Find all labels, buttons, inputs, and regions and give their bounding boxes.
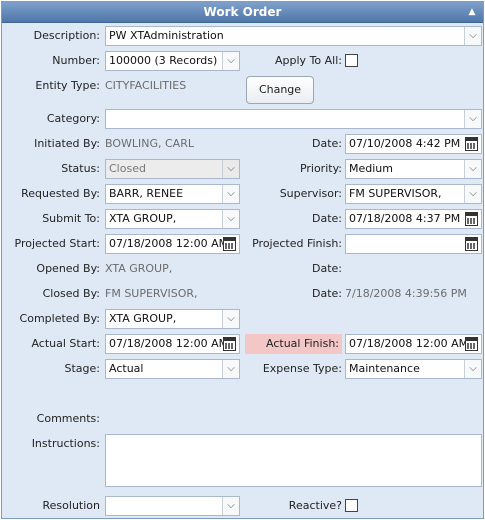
calendar-icon[interactable] (465, 212, 478, 226)
panel-title: Work Order (203, 5, 282, 19)
chevron-down-icon: ⌵ (222, 497, 239, 515)
description-label: Description: (33, 29, 100, 42)
supervisor-label: Supervisor: (279, 187, 342, 200)
panel-title-bar: Work Order ▲ (2, 2, 483, 23)
number-value: 100000 (3 Records) (109, 54, 218, 67)
chevron-down-icon: ⌵ (222, 360, 239, 378)
comments-label: Comments: (36, 412, 100, 425)
expense-type-value: Maintenance (349, 362, 420, 375)
apply-to-all-label: Apply To All: (275, 54, 342, 67)
actual-start-field[interactable]: 07/18/2008 12:00 AM (105, 334, 240, 354)
chevron-down-icon: ⌵ (222, 310, 239, 328)
status-select: Closed ⌵ (105, 159, 240, 179)
opened-by-label: Opened By: (36, 262, 100, 275)
closed-date-value: 7/18/2008 4:39:56 PM (345, 287, 467, 300)
chevron-down-icon: ⌵ (464, 360, 481, 378)
instructions-textarea[interactable] (105, 434, 482, 487)
reactive-label: Reactive? (288, 499, 342, 512)
apply-to-all-checkbox[interactable] (345, 54, 358, 67)
calendar-icon[interactable] (223, 337, 236, 351)
reactive-checkbox[interactable] (345, 499, 358, 512)
chevron-down-icon: ⌵ (464, 110, 481, 128)
stage-select[interactable]: Actual ⌵ (105, 359, 240, 379)
completed-by-value: XTA GROUP, (109, 312, 177, 325)
supervisor-select[interactable]: FM SUPERVISOR, ⌵ (345, 184, 482, 204)
opened-by-value: XTA GROUP, (105, 262, 173, 275)
initiated-by-label: Initiated By: (34, 137, 100, 150)
resolution-select[interactable]: ⌵ (105, 496, 240, 516)
status-value: Closed (109, 162, 146, 175)
instructions-label: Instructions: (31, 437, 100, 450)
chevron-down-icon: ⌵ (464, 160, 481, 178)
submit-to-select[interactable]: XTA GROUP, ⌵ (105, 209, 240, 229)
submit-to-value: XTA GROUP, (109, 212, 177, 225)
submit-date-field[interactable]: 07/18/2008 4:37 PM (345, 209, 482, 229)
closed-by-label: Closed By: (42, 287, 100, 300)
actual-finish-label: Actual Finish: (245, 334, 342, 354)
initiated-by-value: BOWLING, CARL (105, 137, 194, 150)
completed-by-label: Completed By: (19, 312, 100, 325)
projected-start-value: 07/18/2008 12:00 AM (109, 237, 229, 250)
projected-finish-field[interactable] (345, 234, 482, 254)
expense-type-label: Expense Type: (262, 362, 342, 375)
submit-date-value: 07/18/2008 4:37 PM (349, 212, 461, 225)
closed-by-value: FM SUPERVISOR, (105, 287, 198, 300)
entity-type-value: CITYFACILITIES (105, 79, 187, 92)
completed-by-select[interactable]: XTA GROUP, ⌵ (105, 309, 240, 329)
requested-by-select[interactable]: BARR, RENEE ⌵ (105, 184, 240, 204)
entity-type-label: Entity Type: (35, 79, 100, 92)
projected-start-field[interactable]: 07/18/2008 12:00 AM (105, 234, 240, 254)
work-order-panel: Work Order ▲ Description: PW XTAdministr… (1, 1, 484, 519)
chevron-down-icon: ⌵ (464, 185, 481, 203)
resolution-label: Resolution (42, 499, 100, 512)
stage-value: Actual (109, 362, 144, 375)
actual-finish-value: 07/18/2008 12:00 AM (349, 337, 469, 350)
number-select[interactable]: 100000 (3 Records) ⌵ (105, 51, 240, 71)
priority-label: Priority: (299, 162, 342, 175)
actual-start-label: Actual Start: (31, 337, 100, 350)
category-select[interactable]: ⌵ (105, 109, 482, 129)
description-select[interactable]: PW XTAdministration ⌵ (105, 26, 482, 46)
change-button[interactable]: Change (246, 76, 314, 104)
calendar-icon[interactable] (465, 137, 478, 151)
description-value: PW XTAdministration (109, 29, 224, 42)
chevron-up-icon[interactable]: ▲ (465, 5, 479, 19)
expense-type-select[interactable]: Maintenance ⌵ (345, 359, 482, 379)
calendar-icon[interactable] (465, 237, 478, 251)
chevron-down-icon: ⌵ (222, 160, 239, 178)
opened-date-label: Date: (312, 262, 342, 275)
priority-select[interactable]: Medium ⌵ (345, 159, 482, 179)
priority-value: Medium (349, 162, 393, 175)
initiated-date-field[interactable]: 07/10/2008 4:42 PM (345, 134, 482, 154)
supervisor-value: FM SUPERVISOR, (349, 187, 442, 200)
chevron-down-icon: ⌵ (222, 185, 239, 203)
calendar-icon[interactable] (223, 237, 236, 251)
initiated-date-label: Date: (312, 137, 342, 150)
category-label: Category: (46, 112, 100, 125)
actual-start-value: 07/18/2008 12:00 AM (109, 337, 229, 350)
submit-to-label: Submit To: (42, 212, 100, 225)
closed-date-label: Date: (312, 287, 342, 300)
number-label: Number: (52, 54, 100, 67)
stage-label: Stage: (64, 362, 101, 375)
projected-finish-label: Projected Finish: (252, 237, 342, 250)
chevron-down-icon: ⌵ (464, 27, 481, 45)
submit-date-label: Date: (312, 212, 342, 225)
projected-start-label: Projected Start: (14, 237, 100, 250)
actual-finish-field[interactable]: 07/18/2008 12:00 AM (345, 334, 482, 354)
requested-by-value: BARR, RENEE (109, 187, 184, 200)
requested-by-label: Requested By: (21, 187, 100, 200)
status-label: Status: (61, 162, 100, 175)
chevron-down-icon: ⌵ (222, 52, 239, 70)
calendar-icon[interactable] (465, 337, 478, 351)
initiated-date-value: 07/10/2008 4:42 PM (349, 137, 461, 150)
chevron-down-icon: ⌵ (222, 210, 239, 228)
